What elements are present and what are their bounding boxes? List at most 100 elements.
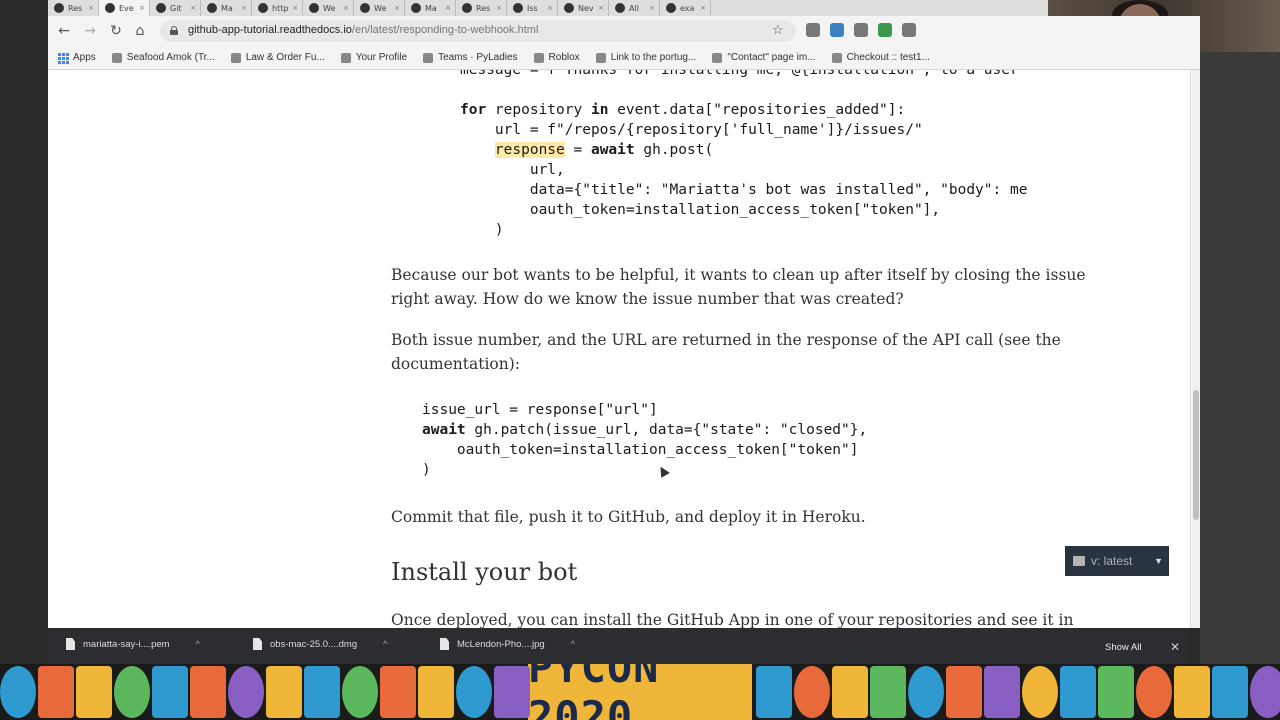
bookmark-label: Link to the portug... [610,52,697,63]
tab-close-icon[interactable]: × [598,4,608,12]
tab-close-icon[interactable]: × [547,4,557,12]
tab-favicon-icon [105,3,115,13]
code-text: = [564,142,591,158]
bookmark-label: Law & Order Fu... [245,52,325,63]
bookmark-item[interactable]: Teams · PyLadies [423,52,518,63]
caret-up-icon[interactable]: ^ [571,639,575,649]
tab-favicon-icon [54,3,64,13]
tab-close-icon[interactable]: × [700,4,710,12]
bookmark-star-icon[interactable]: ☆ [772,23,784,38]
banner-decoration-tile [0,666,36,718]
browser-tab[interactable]: Iss × [507,0,558,16]
tab-close-icon[interactable]: × [292,4,302,12]
tab-close-icon[interactable]: × [445,4,455,12]
browser-tab[interactable]: All × [609,0,660,16]
file-icon [253,638,262,650]
browser-tab[interactable]: Res × [456,0,507,16]
code-line: oauth_token=installation_access_token["t… [422,442,859,458]
tab-favicon-icon [360,3,370,13]
back-arrow-icon[interactable]: ← [56,23,72,39]
extension-icon[interactable] [854,23,868,37]
bookmark-favicon-icon [340,52,351,63]
banner-decoration-tile [304,666,340,718]
code-text: event.data["repositories_added"]: [608,102,906,118]
browser-tab[interactable]: Nev × [558,0,609,16]
show-all-button[interactable]: Show All [1105,642,1141,653]
bookmark-item[interactable]: Roblox [533,52,580,63]
tab-favicon-icon [462,3,472,13]
apps-grid-icon [58,52,69,64]
bookmark-item[interactable]: Checkout :: test1... [831,52,930,63]
tab-close-icon[interactable]: × [649,4,659,12]
banner-decoration-tile [152,666,188,718]
tab-close-icon[interactable]: × [343,4,353,12]
code-keyword: await [422,422,466,438]
tab-label: Ma [425,3,437,13]
browser-tab[interactable]: Ma × [405,0,456,16]
forward-arrow-icon[interactable]: → [82,23,98,39]
tab-favicon-icon [564,3,574,13]
tab-favicon-icon [309,3,319,13]
tab-favicon-icon [411,3,421,13]
extension-icon[interactable] [902,23,916,37]
tab-close-icon[interactable]: × [496,4,506,12]
bookmark-item[interactable]: "Contact" page im... [712,52,816,63]
page-content: message = f"Thanks for installing me, @{… [48,70,1190,628]
bookmark-label: Your Profile [355,52,408,63]
bookmark-item[interactable]: Seafood Amok (Tr... [111,52,215,63]
code-text: gh.patch(issue_url, data={"state": "clos… [465,422,868,438]
tab-label: Eve [119,3,134,13]
tab-close-icon[interactable]: × [139,4,149,12]
tab-close-icon[interactable]: × [241,4,251,12]
browser-tab[interactable]: Ma × [201,0,252,16]
browser-tab[interactable]: http × [252,0,303,16]
banner-decoration-tile [456,666,492,718]
tab-favicon-icon [666,3,676,13]
code-keyword: for [460,102,487,118]
scrollbar-thumb[interactable] [1193,390,1199,520]
pycon-banner: PYCON 2020 [0,664,1280,720]
extension-icon[interactable] [806,23,820,37]
browser-tab[interactable]: Res × [48,0,99,16]
code-line: ) [460,222,504,238]
download-item[interactable]: mariatta-say-i....pem ^ [66,638,200,650]
browser-tab[interactable]: Eve × [99,0,150,16]
code-line: url, [460,162,565,178]
caret-up-icon[interactable]: ^ [196,639,200,649]
tab-close-icon[interactable]: × [394,4,404,12]
tab-close-icon[interactable]: × [190,4,200,12]
banner-decoration-tile [76,666,112,718]
browser-tab[interactable]: Git × [150,0,201,16]
page-scrollbar[interactable] [1190,70,1200,628]
bookmark-item[interactable]: Law & Order Fu... [230,52,325,63]
banner-decoration-tile [1174,666,1210,718]
bookmark-item[interactable]: Your Profile [340,52,408,63]
code-line: oauth_token=installation_access_token["t… [460,202,941,218]
paragraph: Once deployed, you can install the GitHu… [391,611,1074,628]
extension-icon[interactable] [878,23,892,37]
bookmark-item[interactable]: Apps [58,52,96,64]
tab-label: Iss [527,3,538,13]
code-line: ) [422,462,431,478]
version-selector[interactable]: v: latest ▼ [1065,546,1169,576]
browser-tab[interactable]: We × [303,0,354,16]
browser-tab[interactable]: exa × [660,0,711,16]
url-host: github-app-tutorial.readthedocs.io [188,24,352,36]
bookmark-favicon-icon [595,52,606,63]
url-text[interactable]: github-app-tutorial.readthedocs.io/en/la… [188,24,538,36]
code-line: issue_url = response["url"] [422,402,658,418]
tab-close-icon[interactable]: × [88,4,98,12]
address-bar[interactable]: github-app-tutorial.readthedocs.io/en/la… [160,20,796,42]
home-icon[interactable]: ⌂ [132,23,148,39]
browser-tab[interactable]: We × [354,0,405,16]
download-item[interactable]: McLendon-Pho....jpg ^ [440,638,575,650]
banner-decoration-tile [756,666,792,718]
download-item[interactable]: obs-mac-25.0....dmg ^ [253,638,387,650]
bookmark-item[interactable]: Link to the portug... [595,52,697,63]
caret-up-icon[interactable]: ^ [383,639,387,649]
paragraph: Commit that file, push it to GitHub, and… [391,508,866,526]
extension-icon[interactable] [830,23,844,37]
reload-icon[interactable]: ↻ [108,23,124,39]
left-desktop-strip [0,0,48,664]
close-icon[interactable]: ✕ [1170,640,1180,654]
